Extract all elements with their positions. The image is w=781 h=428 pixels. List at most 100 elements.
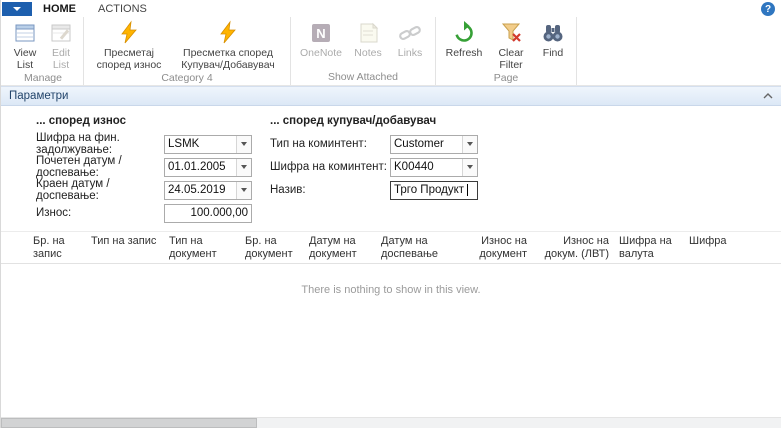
table-header-row: Бр. на запис Тип на запис Тип на докумен… (1, 231, 781, 265)
clear-filter-button[interactable]: Clear Filter (488, 18, 534, 71)
view-list-icon (15, 24, 35, 42)
customer-group-title: ... според купувач/добавувач (270, 115, 437, 127)
fin-code-input[interactable]: LSMK (164, 134, 252, 154)
text-cursor (467, 184, 468, 196)
lightning-icon (121, 20, 137, 44)
ribbon-group-page: Refresh Clear Filter Find Page (436, 17, 577, 85)
contact-type-select[interactable]: Customer (390, 134, 478, 154)
contact-code-input[interactable]: K00440 (390, 157, 478, 177)
ribbon-group-category4: Пресметај според износ Пресметка според … (84, 17, 291, 85)
ribbon: View List Edit List Manage Пресметај спо… (1, 17, 781, 86)
chevron-up-icon (763, 93, 773, 99)
edit-list-icon (51, 24, 71, 42)
ribbon-group-show-attached: N OneNote Notes Links Show Attached (291, 17, 436, 85)
empty-view-message: There is nothing to show in this view. (301, 284, 481, 297)
dropdown-button[interactable] (236, 158, 251, 176)
application-window: HOME ACTIONS ? View List Edit List Manag… (0, 0, 781, 428)
find-button[interactable]: Find (534, 18, 572, 59)
button-label: Edit List (51, 47, 71, 72)
column-header-document-amount[interactable]: Износ на документ (471, 235, 537, 261)
start-date-input[interactable]: 01.01.2005 (164, 157, 252, 177)
dropdown-button[interactable] (236, 135, 251, 153)
group-name-manage: Manage (24, 72, 62, 85)
contact-type-value: Customer (394, 138, 444, 150)
fin-code-value: LSMK (168, 138, 200, 150)
dropdown-button[interactable] (462, 158, 477, 176)
collapse-section-button[interactable] (763, 93, 773, 99)
parameters-panel: ... според износ Шифра на фин. задолжува… (1, 106, 781, 231)
column-header-document-date[interactable]: Датум на документ (309, 235, 381, 261)
button-label: Links (397, 47, 423, 59)
onenote-icon: N (312, 24, 330, 42)
tab-home[interactable]: HOME (32, 1, 87, 17)
name-input[interactable]: Трго Продукт (390, 180, 478, 200)
refresh-icon (455, 21, 473, 42)
button-label: Пресметај според износ (96, 47, 162, 72)
start-date-value: 01.01.2005 (168, 161, 226, 173)
column-header-due-date[interactable]: Датум на доспевање (381, 235, 471, 261)
button-label: View List (13, 47, 37, 72)
dropdown-button[interactable] (236, 181, 251, 199)
notes-button[interactable]: Notes (347, 18, 389, 59)
button-label: Clear Filter (498, 47, 524, 72)
contact-type-label: Тип на коминтент: (270, 138, 367, 150)
scrollbar-thumb[interactable] (1, 418, 257, 428)
app-menu-button[interactable] (2, 2, 32, 16)
amount-filter-group: ... според износ Шифра на фин. задолжува… (36, 115, 252, 231)
amount-label: Износ: (36, 207, 72, 219)
contact-code-value: K00440 (394, 161, 434, 173)
caret-down-icon (241, 188, 247, 192)
edit-list-button[interactable]: Edit List (43, 18, 79, 71)
column-header-currency-code[interactable]: Шифра на валута (619, 235, 689, 261)
parameters-title: Параметри (9, 90, 69, 102)
view-list-button[interactable]: View List (7, 18, 43, 71)
horizontal-scrollbar[interactable] (1, 417, 781, 428)
refresh-button[interactable]: Refresh (440, 18, 488, 59)
calculate-by-customer-vendor-button[interactable]: Пресметка според Купувач/Добавувач (170, 18, 286, 71)
links-button[interactable]: Links (389, 18, 431, 59)
button-label: Notes (354, 47, 382, 59)
dropdown-button[interactable] (462, 135, 477, 153)
button-label: Пресметка според Купувач/Добавувач (181, 47, 275, 72)
find-icon (543, 25, 563, 42)
start-date-label: Почетен датум / доспевање: (36, 155, 122, 179)
svg-text:N: N (316, 26, 325, 41)
contact-code-label: Шифра на коминтент: (270, 161, 387, 173)
customer-filter-group: ... според купувач/добавувач Тип на коми… (270, 115, 478, 231)
column-header-record-type[interactable]: Тип на запис (91, 235, 169, 248)
group-name-show-attached: Show Attached (327, 71, 399, 83)
name-label: Назив: (270, 184, 306, 196)
group-name-category4: Category 4 (161, 72, 213, 85)
caret-down-icon (467, 165, 473, 169)
amount-group-title: ... според износ (36, 115, 127, 127)
group-name-page: Page (493, 72, 519, 85)
tab-actions[interactable]: ACTIONS (87, 1, 158, 17)
calculate-by-amount-button[interactable]: Пресметај според износ (88, 18, 170, 71)
ribbon-tab-row: HOME ACTIONS (1, 0, 781, 17)
lightning-icon (220, 20, 236, 44)
end-date-value: 24.05.2019 (168, 184, 226, 196)
name-value: Трго Продукт (394, 184, 464, 196)
chevron-down-icon (13, 7, 21, 11)
caret-down-icon (241, 165, 247, 169)
fin-code-label: Шифра на фин. задолжување: (36, 132, 120, 156)
button-label: OneNote (299, 47, 343, 59)
amount-value: 100.000,00 (190, 207, 248, 219)
column-header-document-type[interactable]: Тип на документ (169, 235, 245, 261)
caret-down-icon (241, 142, 247, 146)
links-icon (399, 25, 421, 41)
notes-icon (360, 22, 379, 43)
caret-down-icon (467, 142, 473, 146)
amount-input[interactable]: 100.000,00 (164, 203, 252, 223)
help-button[interactable]: ? (761, 2, 775, 16)
column-header-record-no[interactable]: Бр. на запис (33, 235, 91, 261)
end-date-label: Краен датум / доспевање: (36, 178, 110, 202)
column-header-amount-lcy[interactable]: Износ на докум. (ЛВТ) (537, 235, 619, 261)
end-date-input[interactable]: 24.05.2019 (164, 180, 252, 200)
onenote-button[interactable]: N OneNote (295, 18, 347, 59)
button-label: Refresh (445, 47, 483, 59)
column-header-document-no[interactable]: Бр. на документ (245, 235, 309, 261)
column-header-code[interactable]: Шифра (689, 235, 735, 248)
parameters-section-header[interactable]: Параметри (1, 86, 781, 106)
button-label: Find (542, 47, 564, 59)
